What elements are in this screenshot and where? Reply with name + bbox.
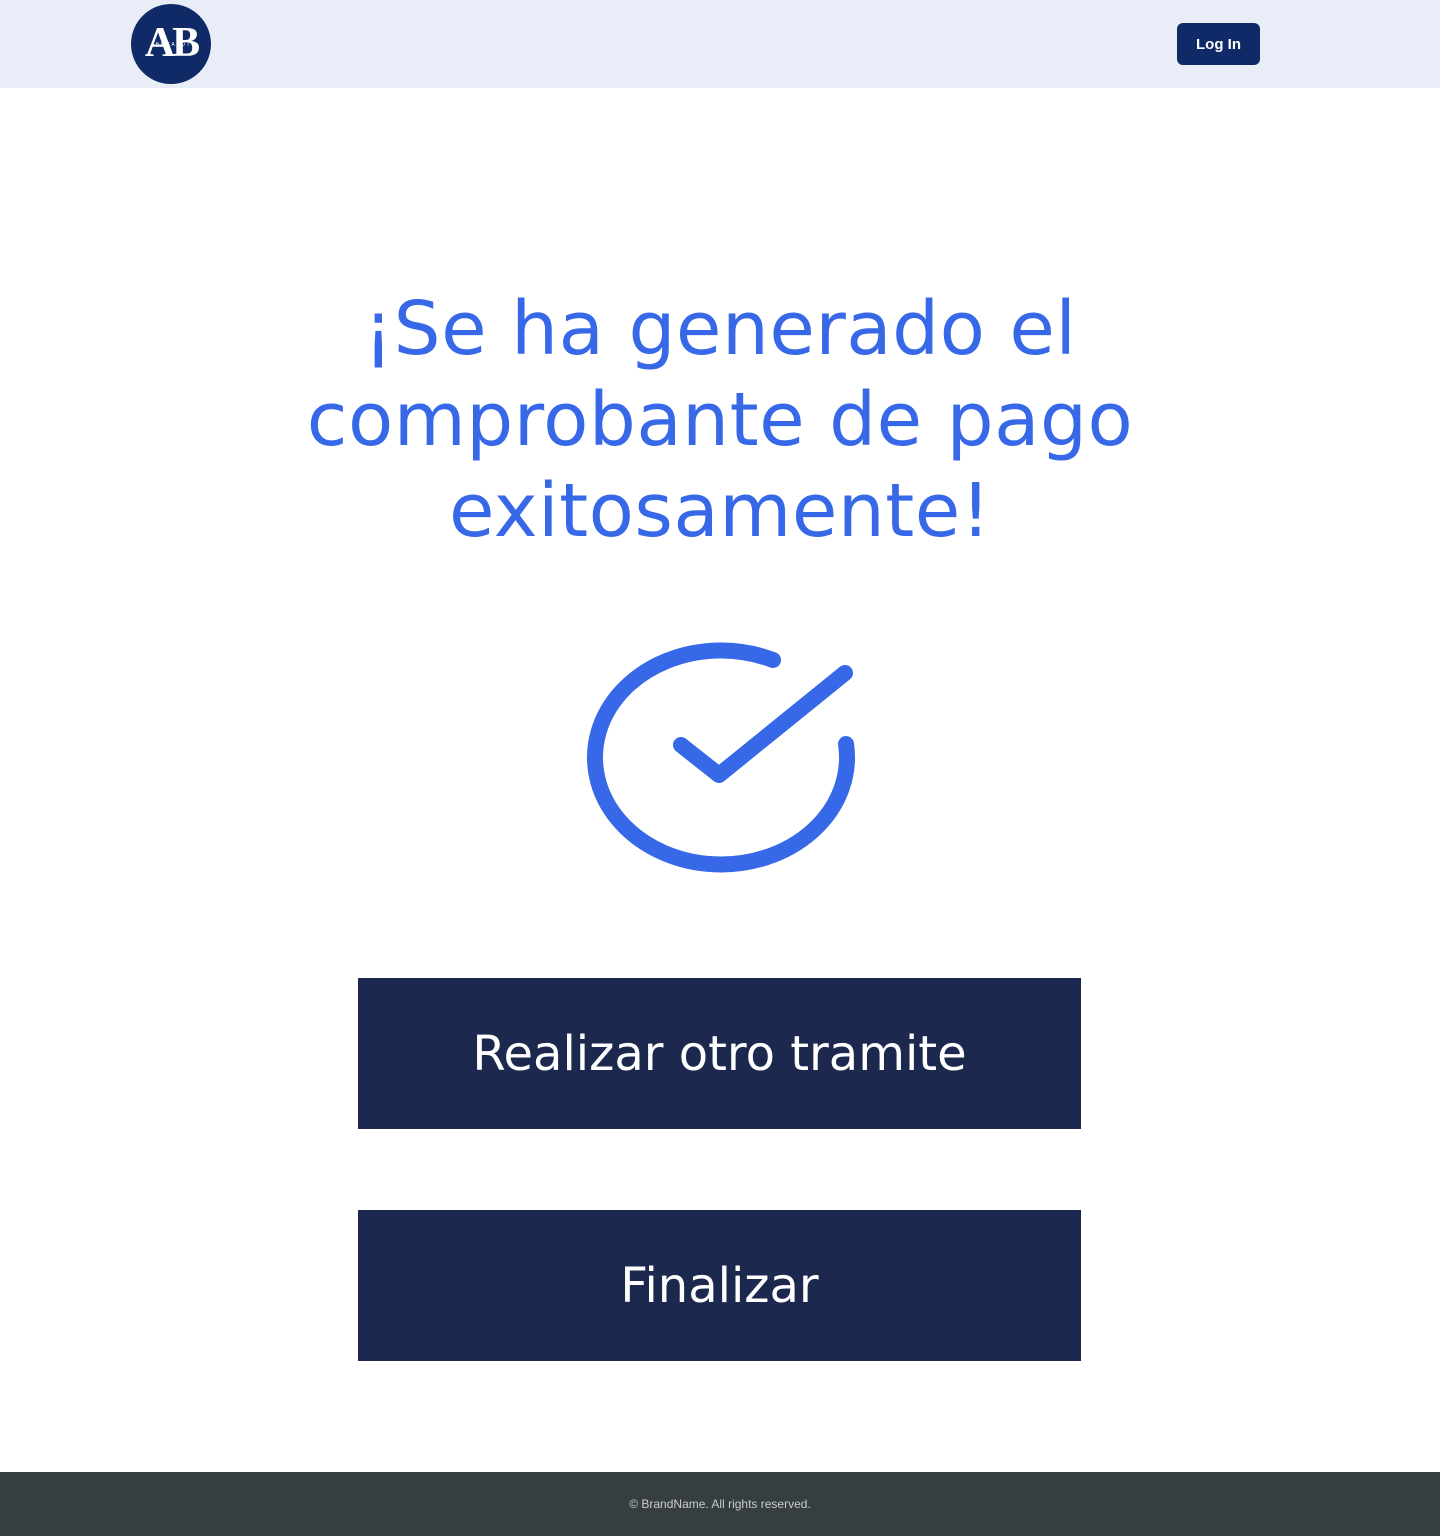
another-procedure-button[interactable]: Realizar otro tramite	[358, 978, 1081, 1129]
page-title: ¡Se ha generado el comprobante de pago e…	[306, 286, 1134, 554]
brand-logo[interactable]: AB ABOGABOT	[131, 4, 211, 84]
site-header: AB ABOGABOT Log In	[0, 0, 1440, 88]
logo-monogram-icon: AB ABOGABOT	[145, 20, 202, 66]
site-footer: © BrandName. All rights reserved.	[0, 1472, 1440, 1536]
check-circle-icon	[580, 636, 860, 880]
svg-text:ABOGABOT: ABOGABOT	[151, 42, 191, 48]
copyright-text: © BrandName. All rights reserved.	[629, 1497, 811, 1511]
finish-button[interactable]: Finalizar	[358, 1210, 1081, 1361]
login-button[interactable]: Log In	[1177, 23, 1260, 65]
